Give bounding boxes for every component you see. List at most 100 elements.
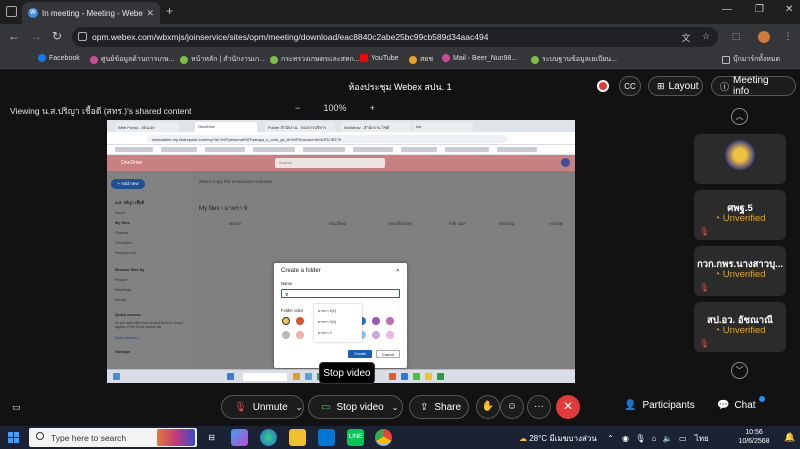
autocomplete-item: มาตรา 9(3)	[318, 320, 337, 324]
reactions-button[interactable]: ☺	[500, 395, 524, 419]
meeting-info-button[interactable]: ⓘ Meeting info	[711, 75, 796, 97]
captions-toggle-icon[interactable]: ▭	[12, 402, 21, 413]
captions-button[interactable]: CC	[619, 76, 641, 96]
share-button[interactable]: ⇪ Share	[409, 395, 469, 419]
notification-icon[interactable]: 🔔	[784, 432, 795, 443]
tab-title: In meeting - Meeting - Webe	[42, 8, 143, 18]
line-icon[interactable]: LINE	[347, 429, 364, 446]
back-icon[interactable]: ←	[8, 29, 20, 43]
col-modified-by: Modified By	[389, 221, 413, 226]
folder-color-swatch	[282, 317, 290, 325]
close-tab-icon[interactable]: ✕	[146, 8, 154, 19]
language-indicator[interactable]: ไทย	[695, 434, 709, 443]
copilot-icon[interactable]	[231, 429, 248, 446]
bookmark-item[interactable]: ระบบฐานข้อมูลเยเบียน...	[531, 54, 617, 65]
participant-tile[interactable]	[694, 134, 786, 184]
unmute-button[interactable]: 🎙 Unmute ⌄	[221, 395, 304, 419]
edge-icon[interactable]	[260, 429, 277, 446]
network-icon[interactable]: ⌂	[652, 434, 657, 443]
col-sharing: Sharing	[499, 221, 515, 226]
clock-date: 10/6/2568	[738, 438, 770, 445]
cc-icon: CC	[624, 81, 636, 91]
youtube-icon	[360, 54, 368, 62]
raise-hand-button[interactable]: ✋	[476, 395, 500, 419]
profile-avatar[interactable]	[758, 31, 770, 43]
participant-tile[interactable]: กวก.กพร.นางสาวบุ... ◔ Unverified 🎙	[694, 246, 786, 296]
participant-status: ◔ Unverified	[714, 269, 766, 280]
more-options-button[interactable]: ···	[527, 395, 551, 419]
task-view-icon[interactable]: ⊟	[203, 429, 220, 446]
new-tab-icon[interactable]: +	[166, 4, 173, 18]
all-bookmarks[interactable]: บุ๊กมาร์กทั้งหมด	[722, 54, 780, 65]
address-bar[interactable]: opm.webex.com/wbxmjs/joinservice/sites/o…	[72, 27, 718, 47]
site-info-icon[interactable]	[78, 32, 87, 41]
taskbar-search[interactable]: Type here to search	[29, 428, 197, 447]
nav-home: Home	[115, 210, 126, 215]
nav-browse-header: Browse files by	[115, 267, 145, 272]
scroll-down-button[interactable]: ﹀	[731, 362, 748, 379]
add-new-button: + Add new	[111, 179, 145, 189]
bookmark-site-icon	[90, 55, 98, 64]
menu-icon[interactable]: ⋮	[782, 31, 794, 43]
file-explorer-icon[interactable]	[289, 429, 306, 446]
nav-people: People	[115, 277, 128, 282]
extensions-icon[interactable]: ⬚	[730, 31, 742, 43]
chevron-down-icon[interactable]: ⌄	[296, 403, 303, 412]
participant-status: ◔ Unverified	[714, 213, 766, 224]
nav-user: น.ส. ปริญา เชื้อดี	[115, 200, 145, 205]
reload-icon[interactable]: ↻	[52, 29, 62, 43]
layout-button[interactable]: ⊞ Layout	[648, 76, 703, 96]
bookmark-item[interactable]: Facebook	[38, 54, 80, 62]
zoom-in-button[interactable]: +	[370, 103, 375, 113]
mic-tray-icon[interactable]: 🎙	[635, 434, 645, 443]
bookmark-site-icon	[270, 55, 278, 64]
scroll-up-button[interactable]: ︿	[731, 108, 748, 125]
forward-icon[interactable]: →	[30, 29, 42, 43]
translate-icon[interactable]: 文	[680, 31, 692, 43]
chat-unread-dot	[759, 396, 765, 402]
clock[interactable]: 10:56 10/6/2568	[734, 428, 774, 446]
stop-video-button[interactable]: ▭ Stop video ⌄	[308, 395, 403, 419]
bookmark-star-icon[interactable]: ☆	[700, 31, 712, 43]
col-name: Name	[229, 221, 242, 226]
nav-recycle-bin: Recycle bin	[115, 250, 136, 255]
store-icon[interactable]	[318, 429, 335, 446]
participants-button[interactable]: 👤 Participants	[624, 400, 695, 411]
browser-tab[interactable]: W In meeting - Meeting - Webe ✕	[22, 2, 160, 24]
participant-tile[interactable]: สป.อว. อัชณาณี ◔ Unverified 🎙	[694, 302, 786, 352]
chevron-down-icon[interactable]: ⌄	[392, 403, 399, 412]
folder-color-swatch	[282, 331, 290, 339]
chrome-icon[interactable]	[375, 429, 392, 446]
onedrive-header: OneDrive Search	[107, 155, 575, 171]
chat-button[interactable]: 💬 Chat	[717, 400, 756, 411]
folder-name-label: Name	[281, 281, 293, 286]
muted-mic-icon: 🎙	[234, 401, 247, 413]
tab-search-icon[interactable]	[6, 6, 17, 17]
battery-icon[interactable]: ▭	[679, 434, 687, 443]
windows-start-icon[interactable]	[8, 432, 19, 443]
shared-tab: OneDrive	[195, 122, 257, 132]
close-window-icon[interactable]: ✕	[785, 4, 793, 15]
muted-mic-icon: 🎙	[699, 339, 710, 348]
tray-app-icon[interactable]: ◉	[622, 434, 629, 443]
col-activity: Activity	[549, 221, 564, 226]
zoom-out-button[interactable]: −	[295, 103, 300, 113]
bookmark-item[interactable]: YouTube	[360, 54, 399, 62]
folder-color-swatch	[372, 331, 380, 339]
nav-storage: Storage	[115, 349, 130, 354]
minimize-icon[interactable]: —	[722, 4, 732, 15]
bookmark-item[interactable]: สยช	[409, 54, 433, 65]
leave-meeting-button[interactable]: ✕	[556, 395, 580, 419]
bookmark-item[interactable]: ศูนย์ข้อมูลด้านการเกษ...	[90, 54, 175, 65]
bookmark-item[interactable]: Mail - Beer_Nun98...	[442, 54, 517, 62]
bookmark-item[interactable]: หน้าหลัก | สำนักงานเก...	[180, 54, 265, 65]
bookmark-facebook-icon	[38, 54, 46, 62]
volume-icon[interactable]: 🔈	[663, 434, 673, 443]
chevron-up-icon[interactable]: ⌃	[607, 434, 614, 443]
restore-icon[interactable]: ❐	[755, 4, 764, 15]
bookmark-item[interactable]: กระทรวงเกษตรและสหก...	[270, 54, 360, 65]
participant-tile[interactable]: ศพฐ.5 ◔ Unverified 🎙	[694, 190, 786, 240]
dialog-create-button: Create	[348, 350, 372, 358]
clock-icon: ◔	[714, 269, 723, 280]
participants-icon: 👤	[624, 400, 637, 411]
